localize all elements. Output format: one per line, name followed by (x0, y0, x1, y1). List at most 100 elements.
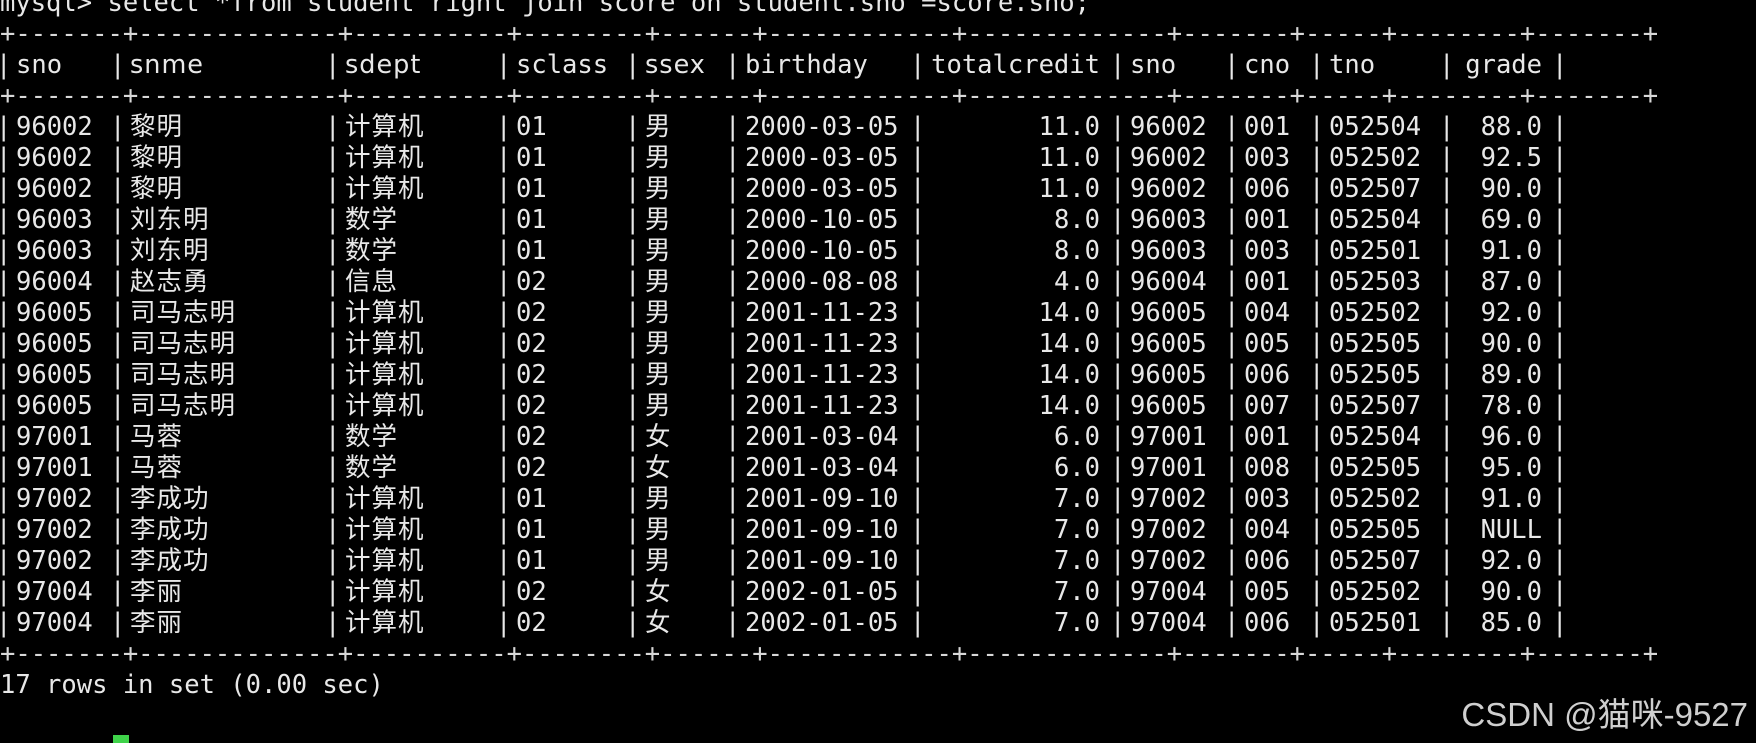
table-cell: 052507 (1329, 174, 1422, 204)
table-cell: 97001 (16, 422, 93, 452)
column-divider: | (725, 236, 741, 266)
column-divider: | (496, 422, 512, 452)
table-cell: 男 (645, 360, 672, 390)
column-divider: | (1552, 422, 1568, 452)
table-cell: 数学 (345, 205, 399, 235)
column-divider: | (910, 391, 926, 421)
table-cell: 004 (1244, 298, 1291, 328)
column-divider: | (1309, 515, 1325, 545)
table-cell: 女 (645, 422, 672, 452)
column-divider: | (1309, 50, 1325, 80)
column-divider: | (1110, 484, 1126, 514)
column-divider: | (0, 422, 12, 452)
column-divider: | (1309, 236, 1325, 266)
table-cell: 2001-03-04 (745, 453, 899, 483)
column-divider: | (1309, 205, 1325, 235)
column-divider: | (0, 453, 12, 483)
table-cell: 计算机 (345, 484, 425, 514)
column-divider: | (1309, 112, 1325, 142)
column-header: totalcredit (931, 50, 1100, 80)
column-divider: | (496, 577, 512, 607)
terminal-window[interactable]: mysql> select *from student right join s… (0, 0, 1756, 701)
column-header: snme (130, 50, 204, 80)
table-cell: 96005 (1130, 391, 1207, 421)
table-cell: 97002 (16, 515, 93, 545)
column-divider: | (110, 608, 126, 638)
table-cell: 11.0 (1038, 112, 1100, 142)
column-divider: | (625, 267, 641, 297)
table-cell: 司马志明 (130, 329, 237, 359)
table-row: | | | | | | | | | | | | 96002 黎明 计算机 01 男 2000-03-05 11.0 9… (0, 174, 1756, 205)
column-divider: | (625, 577, 641, 607)
column-divider: | (1224, 360, 1240, 390)
table-cell: 2001-09-10 (745, 484, 899, 514)
column-divider: | (625, 515, 641, 545)
table-cell: 97001 (1130, 453, 1207, 483)
column-divider: | (910, 577, 926, 607)
table-cell: 97004 (1130, 577, 1207, 607)
column-divider: | (1224, 546, 1240, 576)
table-cell: 李成功 (130, 515, 210, 545)
column-divider: | (325, 267, 341, 297)
table-cell: 6.0 (1053, 422, 1100, 452)
column-divider: | (110, 546, 126, 576)
table-cell: 85.0 (1480, 608, 1542, 638)
table-cell: 计算机 (345, 577, 425, 607)
column-divider: | (1110, 143, 1126, 173)
table-cell: 96005 (1130, 360, 1207, 390)
table-cell: 刘东明 (130, 205, 210, 235)
column-divider: | (325, 112, 341, 142)
table-cell: 李成功 (130, 546, 210, 576)
table-cell: 96005 (1130, 329, 1207, 359)
table-cell: 052507 (1329, 546, 1422, 576)
column-divider: | (110, 515, 126, 545)
column-divider: | (1552, 205, 1568, 235)
column-divider: | (325, 236, 341, 266)
column-header: sno (1130, 50, 1177, 80)
table-header-row: | | | | | | | | | | | | sno snme sdept sclass ssex birthd… (0, 50, 1756, 81)
table-cell: 7.0 (1053, 484, 1100, 514)
table-cell: 01 (516, 143, 547, 173)
table-cell: 91.0 (1480, 236, 1542, 266)
table-cell: 69.0 (1480, 205, 1542, 235)
table-cell: 计算机 (345, 546, 425, 576)
table-cell: 90.0 (1480, 174, 1542, 204)
column-divider: | (1552, 608, 1568, 638)
column-divider: | (1309, 143, 1325, 173)
column-divider: | (625, 50, 641, 80)
column-divider: | (725, 391, 741, 421)
column-divider: | (110, 236, 126, 266)
table-cell: 赵志勇 (130, 267, 210, 297)
table-cell: 2000-03-05 (745, 174, 899, 204)
table-cell: 11.0 (1038, 174, 1100, 204)
column-divider: | (1224, 484, 1240, 514)
table-cell: 01 (516, 112, 547, 142)
column-divider: | (1439, 143, 1455, 173)
column-header: cno (1244, 50, 1291, 80)
table-cell: 96002 (1130, 174, 1207, 204)
column-divider: | (1552, 360, 1568, 390)
column-divider: | (725, 484, 741, 514)
table-cell: 2001-03-04 (745, 422, 899, 452)
table-cell: 97002 (1130, 484, 1207, 514)
column-divider: | (110, 267, 126, 297)
table-cell: 052505 (1329, 515, 1422, 545)
table-cell: 052501 (1329, 608, 1422, 638)
column-divider: | (910, 608, 926, 638)
column-divider: | (0, 50, 12, 80)
column-header: ssex (645, 50, 706, 80)
table-cell: 男 (645, 174, 672, 204)
table-cell: 052504 (1329, 422, 1422, 452)
table-cell: 96004 (16, 267, 93, 297)
table-cell: 003 (1244, 143, 1291, 173)
column-divider: | (1110, 515, 1126, 545)
column-header: sclass (516, 50, 609, 80)
table-cell: 黎明 (130, 143, 184, 173)
column-divider: | (625, 112, 641, 142)
table-cell: 004 (1244, 515, 1291, 545)
table-cell: 005 (1244, 577, 1291, 607)
table-cell: 97004 (1130, 608, 1207, 638)
table-cell: 006 (1244, 546, 1291, 576)
column-divider: | (0, 267, 12, 297)
table-cell: 男 (645, 484, 672, 514)
